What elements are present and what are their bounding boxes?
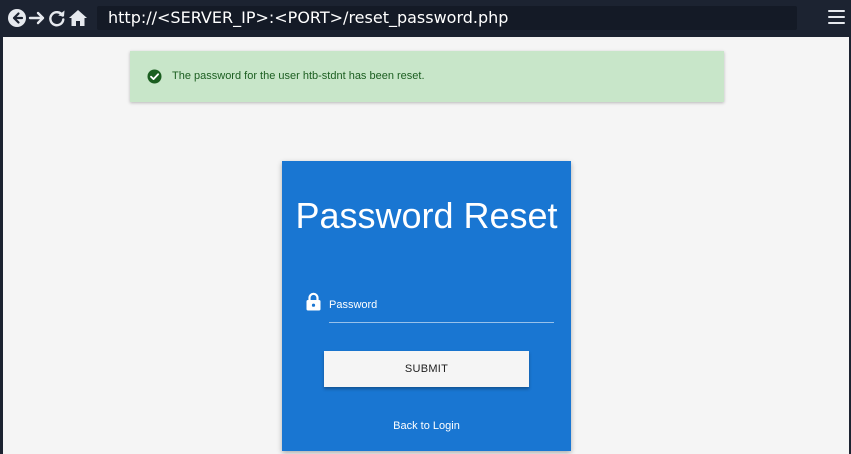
reload-icon[interactable] (47, 8, 67, 28)
address-bar[interactable]: http://<SERVER_IP>:<PORT>/reset_password… (97, 6, 797, 30)
home-icon[interactable] (68, 8, 88, 28)
back-arrow-icon[interactable] (7, 8, 27, 28)
alert-message: The password for the user htb-stdnt has … (172, 70, 425, 82)
hamburger-menu-icon[interactable] (828, 10, 845, 26)
submit-button[interactable]: SUBMIT (324, 351, 529, 387)
password-input[interactable] (329, 296, 554, 323)
password-reset-card: Password Reset SUBMIT Back to Login (282, 161, 571, 451)
page-content: The password for the user htb-stdnt has … (3, 37, 849, 454)
lock-icon (305, 292, 322, 311)
success-alert: The password for the user htb-stdnt has … (130, 51, 724, 102)
check-circle-icon (147, 69, 162, 84)
forward-arrow-icon[interactable] (27, 8, 47, 28)
page-title: Password Reset (295, 195, 558, 236)
browser-toolbar: http://<SERVER_IP>:<PORT>/reset_password… (0, 0, 851, 37)
back-to-login-link[interactable]: Back to Login (282, 420, 571, 432)
